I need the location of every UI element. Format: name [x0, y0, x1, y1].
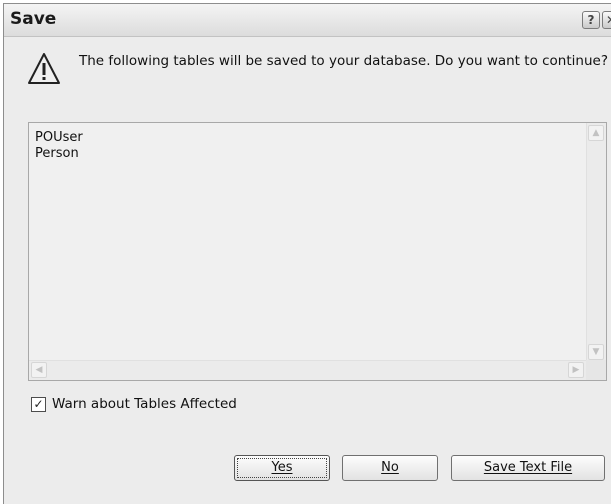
dialog-title: Save	[10, 9, 57, 29]
list-item[interactable]: Person	[35, 146, 83, 162]
affected-tables-list[interactable]: POUser Person ▲ ▼ ◀ ▶	[28, 122, 607, 381]
save-text-file-button-label: Save Text File	[483, 460, 573, 475]
vertical-scrollbar[interactable]: ▲ ▼	[586, 123, 606, 362]
warn-tables-label[interactable]: Warn about Tables Affected	[52, 396, 237, 412]
scrollbar-corner	[586, 360, 606, 380]
warning-icon	[28, 53, 60, 84]
warn-tables-checkbox[interactable]: ✓	[31, 397, 46, 412]
scroll-down-icon[interactable]: ▼	[588, 344, 604, 360]
scroll-left-icon[interactable]: ◀	[31, 362, 47, 378]
save-dialog: Save ? ✕ The following tables will be sa…	[3, 3, 611, 504]
list-item[interactable]: POUser	[35, 130, 83, 146]
confirmation-message: The following tables will be saved to yo…	[79, 53, 608, 69]
help-icon[interactable]: ?	[582, 11, 600, 29]
scroll-right-icon[interactable]: ▶	[568, 362, 584, 378]
no-button[interactable]: No	[342, 455, 438, 481]
close-icon[interactable]: ✕	[602, 11, 611, 29]
title-bar[interactable]: Save ? ✕	[4, 4, 611, 37]
no-button-label: No	[381, 460, 399, 475]
save-text-file-button[interactable]: Save Text File	[451, 455, 605, 481]
yes-button-label: Yes	[271, 460, 293, 475]
yes-button[interactable]: Yes	[234, 455, 330, 481]
scroll-up-icon[interactable]: ▲	[588, 125, 604, 141]
horizontal-scrollbar[interactable]: ◀ ▶	[29, 360, 586, 380]
list-items: POUser Person	[35, 130, 83, 162]
